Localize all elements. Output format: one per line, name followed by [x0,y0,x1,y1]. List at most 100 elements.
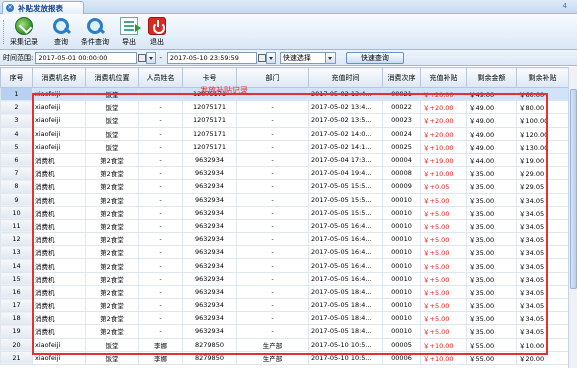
table-cell: 3 [0,113,33,128]
start-date-field[interactable]: 2017-05-01 00:00:00 [35,51,138,64]
table-cell: 00008 [382,166,421,181]
table-cell: 00010 [382,271,421,286]
column-header[interactable]: 消费机位置 [85,67,139,88]
table-row[interactable]: 16 消费机 第2食堂 -9632934-2017-05-05 18:4... 0001… [0,284,569,300]
table-cell: 2017-05-05 16:4... [308,245,383,260]
table-cell: 2017-05-10 10:5... [308,350,383,365]
column-header[interactable]: 消费次序 [382,67,421,88]
table-row[interactable]: 8 消费机 第2食堂 -9632934-2017-05-05 15:5... 00009… [0,179,569,194]
table-cell: 第2食堂 [85,166,139,181]
table-cell: 2017-05-05 16:4... [308,271,383,286]
calendar-icon[interactable] [138,53,147,62]
table-row[interactable]: 11 消费机 第2食堂 -9632934-2017-05-05 16:4... 0001… [0,218,569,234]
toolbar-grip[interactable] [3,20,5,44]
table-row[interactable]: 12 消费机 第2食堂 -9632934-2017-05-05 16:4... 0001… [0,232,569,247]
table-cell: ￥49.00 [466,100,517,115]
table-row[interactable]: 5 xiaofeiji 饭堂 -12075171-2017-05-02 14:1...… [0,139,569,154]
table-row[interactable]: 9 消费机 第2食堂 -9632934-2017-05-05 15:5... 00010… [0,192,569,207]
table-cell: ￥100.00 [516,113,569,128]
table-cell: 8279850 [182,337,237,352]
table-row[interactable]: 4 xiaofeiji 饭堂 -12075171-2017-05-02 14:0...… [0,126,569,141]
table-cell: 消费机 [32,284,86,300]
table-cell: - [236,258,309,273]
table-row[interactable]: 14 消费机 第2食堂 -9632934-2017-05-05 16:4... 0001… [0,258,569,273]
table-row[interactable]: 7 消费机 第2食堂 -9632934-2017-05-04 19:4... 00008… [0,166,569,181]
table-cell: 饭堂 [85,337,139,352]
table-row[interactable]: 15 消费机 第2食堂 -9632934-2017-05-05 16:4... 0001… [0,271,569,286]
chevron-down-icon[interactable] [324,52,335,63]
table-cell: 第2食堂 [85,205,139,220]
table-cell: ￥+19.00 [420,152,467,168]
table-cell: ￥120.00 [516,126,569,141]
collect-records-button[interactable]: 采集记录 [10,17,38,49]
filter-bar: 时间范围: 2017-05-01 00:00:00 - 2017-05-10 2… [0,50,577,66]
table-row[interactable]: 17 消费机 第2食堂 -9632934-2017-05-05 18:4... 0001… [0,297,569,313]
table-cell: 00010 [382,311,421,326]
table-cell: 00021 [382,86,421,102]
tab-subsidy-report[interactable]: × 补贴发放报表 [2,1,84,14]
table-cell: 2017-05-02 13:5... [308,113,383,128]
exit-label: 退出 [150,38,164,46]
table-cell: ￥49.00 [466,86,517,102]
column-header[interactable]: 人员姓名 [138,67,183,88]
table-cell: - [138,284,183,300]
column-header[interactable]: 剩余金额 [466,67,517,88]
end-date-dropdown[interactable] [265,51,276,64]
table-row[interactable]: 21 xiaofeiji 饭堂 李娜 8279850 生产部 2017-05-10 10:5… [0,350,569,365]
date-separator: - [159,53,162,62]
table-cell: ￥35.00 [466,297,517,313]
column-header[interactable]: 剩余补贴 [516,67,569,88]
scrollbar-thumb[interactable] [570,89,577,289]
table-cell: ￥+10.00 [420,350,467,365]
table-row[interactable]: 6 消费机 第2食堂 -9632934-2017-05-04 17:3... 00004… [0,152,569,168]
table-cell: 12 [0,232,33,247]
condition-query-button[interactable]: 条件查询 [81,17,109,49]
export-button[interactable]: 导出 [120,17,141,49]
table-header-row: 序号 消费机名称 消费机位置 人员姓名 卡号 部门 充值时间 消费次序 充值补贴… [0,67,569,88]
table-cell: ￥+5.00 [420,311,467,326]
query-button[interactable]: 查询 [52,17,70,49]
table-cell: 00010 [382,258,421,273]
table-cell: 消费机 [32,152,86,168]
start-date-dropdown[interactable] [146,51,157,64]
close-icon[interactable]: × [6,4,14,12]
exit-button[interactable]: 退出 [148,17,166,49]
table-cell: - [236,205,309,220]
table-cell: 12075171 [182,139,237,154]
table-row[interactable]: 3 xiaofeiji 饭堂 -12075171-2017-05-02 13:5...… [0,113,569,128]
table-cell: 第2食堂 [85,271,139,286]
table-cell: 12075171 [182,113,237,128]
table-row[interactable]: 2 xiaofeiji 饭堂 -12075171-2017-05-02 13:4...… [0,100,569,115]
column-header[interactable]: 充值补贴 [420,67,467,88]
table-cell: 00010 [382,297,421,313]
quick-select-dropdown[interactable]: 快速选择 [279,51,336,64]
table-cell: ￥29.00 [516,166,569,181]
column-header[interactable]: 消费机名称 [32,67,86,88]
table-cell: ￥35.00 [466,179,517,194]
column-header[interactable]: 序号 [0,67,33,88]
table-cell: - [236,152,309,168]
table-cell: 21 [0,350,33,365]
calendar-icon[interactable] [257,53,266,62]
table-cell: 消费机 [32,271,86,286]
table-cell: 2017-05-05 18:4... [308,284,383,300]
table-row[interactable]: 13 消费机 第2食堂 -9632934-2017-05-05 16:4... 0001… [0,245,569,260]
vertical-scrollbar[interactable] [568,67,577,368]
quick-query-button[interactable]: 快速查询 [345,51,404,64]
table-row[interactable]: 10 消费机 第2食堂 -9632934-2017-05-05 15:5... 0001… [0,205,569,220]
column-header[interactable]: 充值时间 [308,67,383,88]
end-date-field[interactable]: 2017-05-10 23:59:59 [166,51,257,64]
table-cell: 消费机 [32,297,86,313]
table-cell: ￥35.00 [466,232,517,247]
table-cell: 消费机 [32,205,86,220]
table-cell: 第2食堂 [85,284,139,300]
table-row[interactable]: 20 xiaofeiji 饭堂 李娜 8279850 生产部 2017-05-10 10:5… [0,337,569,352]
table-row[interactable]: 18 消费机 第2食堂 -9632934-2017-05-05 18:4... 0001… [0,311,569,326]
table-cell: 9632934 [182,232,237,247]
table-cell: 生产部 [236,350,309,365]
table-cell: 4 [0,126,33,141]
table-row[interactable]: 19 消费机 第2食堂 -9632934-2017-05-05 18:4... 0001… [0,324,569,339]
table-row[interactable]: 1 xiaofeiji 饭堂 -12075171-2017-05-02 13:4...… [0,86,569,102]
table-cell: 13 [0,245,33,260]
table-cell: 9632934 [182,179,237,194]
